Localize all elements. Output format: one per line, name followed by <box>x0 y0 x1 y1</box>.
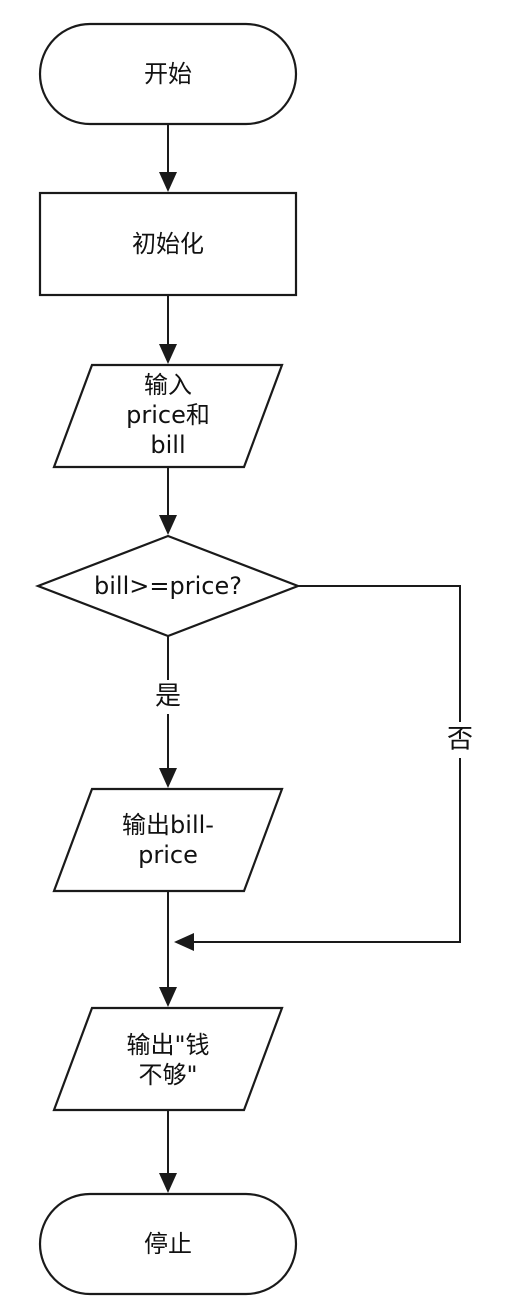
input-node: 输入 price和 bill <box>52 363 284 469</box>
output-change-label-line-1: 输出bill- <box>122 811 214 839</box>
output-change-node: 输出bill- price <box>52 787 284 893</box>
flowchart: 开始 初始化 输入 price和 bill bill>=price? 是 否 输… <box>34 22 478 1296</box>
edge-input-decision <box>159 467 177 535</box>
edge-yes: 是 <box>150 636 186 788</box>
arrowhead <box>174 933 194 951</box>
start-label: 开始 <box>144 60 192 88</box>
yes-label: 是 <box>155 682 181 712</box>
arrowhead <box>159 987 177 1007</box>
output-short-shape <box>52 1006 284 1112</box>
input-label-line-1: 输入 <box>144 371 192 399</box>
edge-no: 否 <box>174 585 478 951</box>
arrowhead <box>159 768 177 788</box>
arrowhead <box>159 515 177 535</box>
output-change-shape <box>52 787 284 893</box>
edge-start-init <box>159 124 177 192</box>
decision-label: bill>=price? <box>94 572 242 600</box>
arrowhead <box>159 172 177 192</box>
edge-output-short-stop <box>159 1110 177 1193</box>
output-short-node: 输出"钱 不够" <box>52 1006 284 1112</box>
no-label: 否 <box>447 725 473 755</box>
arrowhead <box>159 344 177 364</box>
edge-init-input <box>159 295 177 364</box>
input-label-line-2: price和 <box>126 401 210 429</box>
output-change-label-line-2: price <box>138 841 198 869</box>
stop-node: 停止 <box>38 1192 298 1296</box>
decision-node: bill>=price? <box>34 534 302 638</box>
output-short-label-line-1: 输出"钱 <box>126 1031 209 1059</box>
start-node: 开始 <box>38 22 298 126</box>
arrowhead <box>159 1173 177 1193</box>
init-label: 初始化 <box>132 230 204 258</box>
stop-label: 停止 <box>144 1230 192 1258</box>
input-label-line-3: bill <box>150 431 185 459</box>
edge-output-change-output-short <box>159 891 177 1007</box>
output-short-label-line-2: 不够" <box>138 1061 197 1089</box>
init-node: 初始化 <box>38 191 298 297</box>
